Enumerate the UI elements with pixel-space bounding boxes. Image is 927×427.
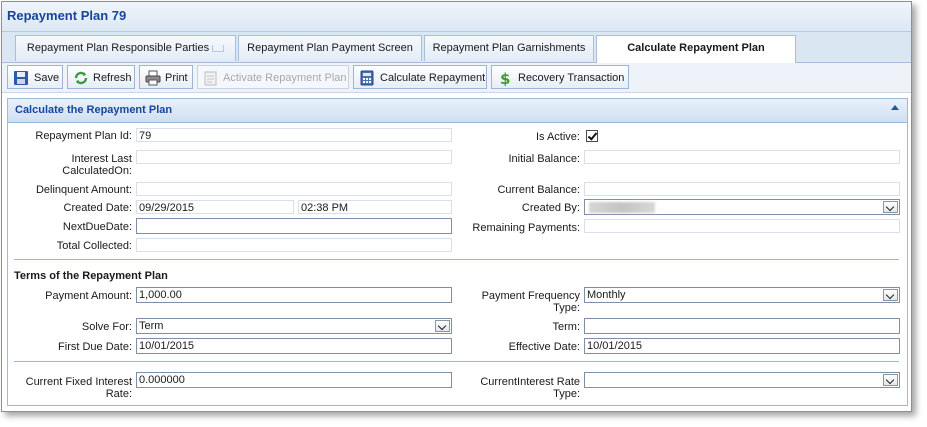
term-input[interactable] — [584, 318, 900, 334]
tab-label: Repayment Plan Payment Screen — [247, 42, 413, 54]
section-divider — [14, 361, 899, 362]
tab-label: Repayment Plan Responsible Parties — [26, 42, 210, 54]
is-active-checkbox[interactable] — [586, 130, 598, 142]
initial-balance-value — [584, 150, 900, 164]
tab-label: Repayment Plan Garnishments — [432, 42, 586, 54]
tab-label: Calculate Repayment Plan — [627, 42, 765, 54]
calculate-label: Calculate Repayment — [380, 72, 486, 84]
current-balance-label: Current Balance: — [497, 184, 580, 196]
effective-date-label: Effective Date: — [508, 341, 580, 353]
payment-amount-label: Payment Amount: — [45, 290, 132, 302]
tab-scroll-icon — [212, 44, 225, 52]
current-balance-value — [584, 182, 900, 196]
next-due-date-label: NextDueDate: — [62, 221, 132, 233]
activate-label: Activate Repayment Plan — [223, 72, 347, 84]
remaining-payments-label: Remaining Payments: — [472, 222, 580, 234]
first-due-date-input[interactable]: 10/01/2015 — [136, 338, 452, 354]
calculator-icon — [360, 70, 374, 86]
fixed-interest-rate-label: Current Fixed Interest Rate: — [25, 376, 132, 400]
first-due-date-label: First Due Date: — [58, 341, 132, 353]
created-date-value: 09/29/2015 — [136, 200, 294, 214]
title-bar: Repayment Plan 79 — [2, 2, 911, 32]
refresh-label: Refresh — [93, 72, 132, 84]
created-by-select[interactable] — [584, 199, 900, 215]
next-due-date-input[interactable] — [136, 218, 452, 234]
remaining-payments-value — [584, 219, 900, 233]
redacted-user-name — [589, 202, 655, 213]
svg-text:$: $ — [500, 70, 510, 86]
created-by-label: Created By: — [521, 202, 580, 214]
payment-frequency-value: Monthly — [587, 289, 626, 301]
terms-section-title: Terms of the Repayment Plan — [14, 270, 168, 282]
solve-for-label: Solve For: — [81, 321, 132, 333]
panel-header[interactable]: Calculate the Repayment Plan — [8, 99, 907, 123]
tab-responsible-parties[interactable]: Repayment Plan Responsible Parties — [15, 35, 236, 61]
interest-last-label: Interest Last CalculatedOn: — [62, 153, 132, 177]
tab-calculate-repayment-plan[interactable]: Calculate Repayment Plan — [596, 35, 796, 63]
delinquent-amount-value — [136, 182, 452, 196]
interest-rate-type-select[interactable] — [584, 372, 900, 388]
printer-icon — [145, 70, 161, 86]
tab-strip: Repayment Plan Responsible Parties Repay… — [2, 32, 911, 63]
delinquent-amount-label: Delinquent Amount: — [35, 184, 132, 196]
chevron-down-icon[interactable] — [883, 289, 898, 301]
window-title: Repayment Plan 79 — [7, 8, 127, 23]
plan-id-value: 79 — [136, 128, 452, 142]
initial-balance-label: Initial Balance: — [508, 153, 580, 165]
calculate-panel: Calculate the Repayment Plan Repayment P… — [7, 98, 908, 406]
interest-rate-type-label: CurrentInterest Rate Type: — [480, 376, 580, 400]
chevron-down-icon[interactable] — [883, 374, 898, 386]
activate-repayment-plan-button[interactable]: Activate Repayment Plan — [197, 65, 349, 89]
total-collected-label: Total Collected: — [56, 240, 132, 252]
section-divider — [14, 259, 899, 260]
print-label: Print — [165, 72, 188, 84]
collapse-icon[interactable] — [891, 105, 899, 110]
payment-amount-input[interactable]: 1,000.00 — [136, 287, 452, 303]
refresh-button[interactable]: Refresh — [67, 65, 135, 89]
solve-for-value: Term — [139, 320, 164, 332]
is-active-label: Is Active: — [535, 131, 580, 143]
print-button[interactable]: Print — [139, 65, 193, 89]
repayment-plan-window: Repayment Plan 79 Repayment Plan Respons… — [1, 1, 912, 412]
plan-id-label: Repayment Plan Id: — [35, 130, 132, 142]
solve-for-select[interactable]: Term — [136, 318, 452, 334]
toolbar: Save Refresh Print Activate Repayment Pl… — [2, 63, 911, 93]
recovery-label: Recovery Transaction — [518, 72, 625, 84]
recovery-transaction-button[interactable]: $ Recovery Transaction — [491, 65, 629, 89]
total-collected-value — [136, 238, 452, 252]
tab-payment-screen[interactable]: Repayment Plan Payment Screen — [238, 35, 422, 61]
calculate-repayment-button[interactable]: Calculate Repayment — [353, 65, 487, 89]
payment-frequency-label: Payment Frequency Type: — [481, 290, 580, 314]
panel-title: Calculate the Repayment Plan — [15, 104, 173, 116]
chevron-down-icon[interactable] — [883, 201, 898, 213]
interest-last-value — [136, 150, 452, 164]
term-label: Term: — [552, 321, 581, 333]
fixed-interest-rate-input[interactable]: 0.000000 — [136, 372, 452, 388]
payment-frequency-select[interactable]: Monthly — [584, 287, 900, 303]
dollar-icon: $ — [500, 70, 510, 86]
effective-date-input[interactable]: 10/01/2015 — [584, 338, 900, 354]
refresh-icon — [74, 71, 88, 85]
activate-icon — [204, 71, 217, 86]
tab-garnishments[interactable]: Repayment Plan Garnishments — [424, 35, 594, 61]
created-date-label: Created Date: — [63, 202, 132, 214]
save-label: Save — [34, 72, 60, 84]
created-time-value: 02:38 PM — [298, 200, 452, 214]
save-button[interactable]: Save — [7, 65, 63, 89]
chevron-down-icon[interactable] — [435, 320, 450, 332]
save-icon — [14, 71, 28, 85]
